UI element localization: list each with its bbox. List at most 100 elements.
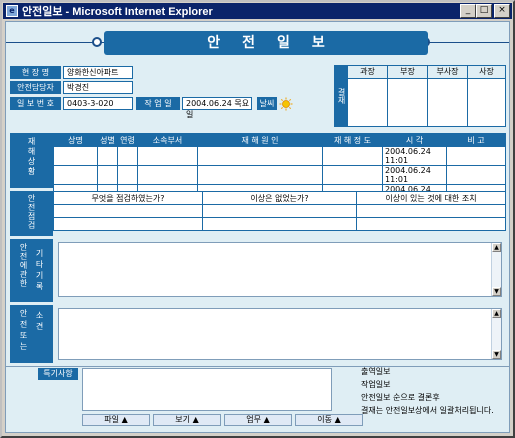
cell[interactable] <box>53 204 203 218</box>
list-item[interactable]: 출역일보 <box>361 366 390 377</box>
menu-file-button[interactable]: 파일 ▲ <box>82 414 150 426</box>
menu-label: 업무 <box>246 415 262 424</box>
menu-label: 이동 <box>317 415 333 424</box>
cell[interactable] <box>137 146 198 166</box>
scroll-down-icon[interactable]: ▼ <box>492 350 501 359</box>
approval-header: 사장 <box>468 66 505 79</box>
records-scrollbar[interactable]: ▲ ▼ <box>491 243 501 296</box>
cell[interactable] <box>202 204 357 218</box>
special-textarea[interactable] <box>82 368 332 411</box>
col-header: 상명 <box>53 133 98 147</box>
date-label: 작 업 일 <box>136 97 180 110</box>
records-side-text-1: 안전에관한 <box>19 243 28 288</box>
minimize-button[interactable]: _ <box>460 4 476 18</box>
opinion-textarea[interactable]: ▲ ▼ <box>58 308 502 360</box>
menu-work-button[interactable]: 업무 ▲ <box>224 414 292 426</box>
cell[interactable] <box>97 165 118 185</box>
triangle-up-icon: ▲ <box>334 415 341 424</box>
divider <box>6 366 509 367</box>
title-bar: e 안전일보 - Microsoft Internet Explorer _ □… <box>3 3 512 19</box>
records-side-label: 안전에관한 기타기록 <box>10 239 53 302</box>
table-row[interactable] <box>53 204 506 218</box>
triangle-up-icon: ▲ <box>192 415 199 424</box>
weather-label: 날씨 <box>257 97 277 110</box>
time-cell[interactable]: 2004.06.24 11:01 <box>382 165 447 185</box>
cell[interactable] <box>53 165 98 185</box>
ie-icon: e <box>6 5 18 17</box>
col-header: 재 해 정 도 <box>322 133 383 147</box>
scroll-down-icon[interactable]: ▼ <box>492 287 501 296</box>
report-no-label: 일 보 번 호 <box>10 97 61 110</box>
window-title: 안전일보 - Microsoft Internet Explorer <box>22 6 213 18</box>
manager-value[interactable]: 박경진 <box>63 81 133 94</box>
list-item: 결재는 안전일보상에서 일괄처리됩니다. <box>361 406 494 415</box>
maximize-button[interactable]: □ <box>476 4 492 18</box>
cell[interactable] <box>117 165 138 185</box>
page-content: 안전일보 현 장 명 양화한신아파트 안전담당자 박경진 일 보 번 호 040… <box>5 21 510 433</box>
approval-header: 부장 <box>388 66 427 79</box>
col-header: 성별 <box>97 133 118 147</box>
cell[interactable] <box>202 217 357 231</box>
cell[interactable] <box>322 146 383 166</box>
cell[interactable] <box>137 165 198 185</box>
opinion-side-text-1: 안전또는 <box>19 309 28 353</box>
report-no-value[interactable]: 0403-3-020 <box>63 97 133 110</box>
cell[interactable] <box>97 146 118 166</box>
approval-col-4[interactable]: 사장 <box>467 66 505 126</box>
cell[interactable] <box>446 146 506 166</box>
time-cell[interactable]: 2004.06.24 11:01 <box>382 146 447 166</box>
approval-col-1[interactable]: 과장 <box>347 66 387 126</box>
banner-dot-left <box>92 37 102 47</box>
approval-side-label: 결재 <box>335 66 347 126</box>
cell[interactable] <box>117 146 138 166</box>
browser-window: e 안전일보 - Microsoft Internet Explorer _ □… <box>0 0 515 438</box>
site-label: 현 장 명 <box>10 66 61 79</box>
cell[interactable] <box>53 217 203 231</box>
opinion-scrollbar[interactable]: ▲ ▼ <box>491 309 501 359</box>
site-value[interactable]: 양화한신아파트 <box>63 66 133 79</box>
inspection-header: 무엇을 점검하였는가? <box>53 191 203 205</box>
approval-box: 결재 과장 부장 부사장 사장 <box>334 65 506 127</box>
menu-label: 보기 <box>175 415 191 424</box>
page-title: 안전일보 <box>104 31 428 55</box>
sun-icon[interactable] <box>279 97 293 111</box>
col-header: 재 해 원 인 <box>197 133 323 147</box>
cell[interactable] <box>197 146 323 166</box>
cell[interactable] <box>446 165 506 185</box>
menu-move-button[interactable]: 이동 ▲ <box>295 414 363 426</box>
cell[interactable] <box>356 204 506 218</box>
cell[interactable] <box>356 217 506 231</box>
table-row[interactable]: 2004.06.24 11:01 <box>53 146 506 166</box>
inspection-header: 이상이 있는 것에 대한 조치 <box>356 191 506 205</box>
close-button[interactable]: × <box>494 4 510 18</box>
inspection-header: 이상은 없었는가? <box>202 191 357 205</box>
approval-col-3[interactable]: 부사장 <box>427 66 467 126</box>
opinion-side-text-2: 소견 <box>35 311 44 333</box>
col-header: 시 각 <box>382 133 447 147</box>
menu-view-button[interactable]: 보기 ▲ <box>153 414 221 426</box>
cell[interactable] <box>53 146 98 166</box>
scroll-up-icon[interactable]: ▲ <box>492 309 501 318</box>
col-header: 소속부서 <box>137 133 198 147</box>
records-side-text-2: 기타기록 <box>35 249 44 293</box>
inspection-side-text: 안전점검 <box>27 194 36 230</box>
manager-label: 안전담당자 <box>10 81 61 94</box>
table-row[interactable]: 2004.06.24 11:01 <box>53 165 506 185</box>
accident-side-label: 재해상황 <box>10 133 53 188</box>
table-row[interactable] <box>53 217 506 231</box>
col-header: 비 고 <box>446 133 506 147</box>
approval-col-2[interactable]: 부장 <box>387 66 427 126</box>
col-header: 연령 <box>117 133 138 147</box>
cell[interactable] <box>322 165 383 185</box>
accident-side-text: 재해상황 <box>27 137 36 177</box>
inspection-side-label: 안전점검 <box>10 191 53 236</box>
list-item: 안전일보 순으로 결론후 <box>361 393 440 402</box>
cell[interactable] <box>197 165 323 185</box>
list-item[interactable]: 작업일보 <box>361 379 390 390</box>
approval-header: 과장 <box>348 66 387 79</box>
special-label: 특기사항 <box>38 368 78 380</box>
records-textarea[interactable]: ▲ ▼ <box>58 242 502 297</box>
date-value[interactable]: 2004.06.24 목요일 <box>182 97 252 119</box>
scroll-up-icon[interactable]: ▲ <box>492 243 501 252</box>
menu-label: 파일 <box>104 415 120 424</box>
